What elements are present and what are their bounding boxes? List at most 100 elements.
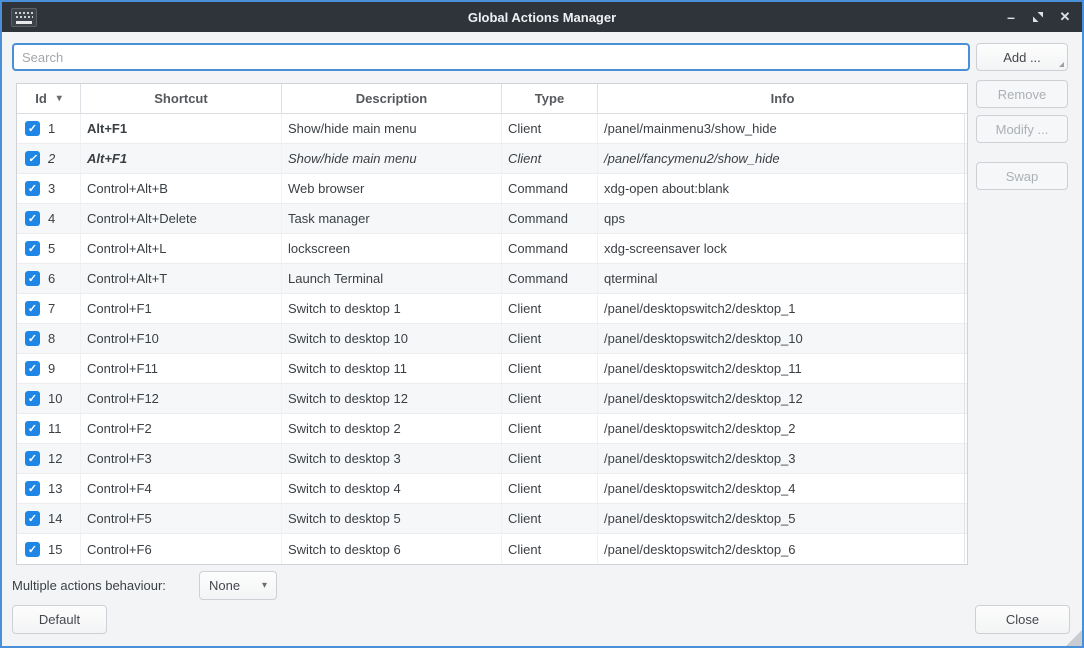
behaviour-select[interactable]: None ▾ <box>199 571 277 600</box>
table-row[interactable]: ✓ 7 Control+F1 Switch to desktop 1 Clien… <box>17 294 967 324</box>
column-header-id[interactable]: Id ▾ <box>17 84 81 113</box>
keyboard-icon <box>11 8 37 27</box>
cell-shortcut: Control+F12 <box>81 384 282 413</box>
cell-info: /panel/desktopswitch2/desktop_6 <box>598 534 967 564</box>
cell-id: 2 <box>48 151 55 166</box>
row-enabled-checkbox[interactable]: ✓ <box>25 181 40 196</box>
row-enabled-checkbox[interactable]: ✓ <box>25 121 40 136</box>
cell-id: 7 <box>48 301 55 316</box>
cell-id: 9 <box>48 361 55 376</box>
default-button[interactable]: Default <box>12 605 107 634</box>
table-row[interactable]: ✓ 12 Control+F3 Switch to desktop 3 Clie… <box>17 444 967 474</box>
table-row[interactable]: ✓ 4 Control+Alt+Delete Task manager Comm… <box>17 204 967 234</box>
row-enabled-checkbox[interactable]: ✓ <box>25 421 40 436</box>
check-icon: ✓ <box>28 482 37 495</box>
restore-button[interactable] <box>1031 10 1045 24</box>
modify-button[interactable]: Modify ... <box>976 115 1068 143</box>
table-row[interactable]: ✓ 10 Control+F12 Switch to desktop 12 Cl… <box>17 384 967 414</box>
row-enabled-checkbox[interactable]: ✓ <box>25 211 40 226</box>
table-row[interactable]: ✓ 2 Alt+F1 Show/hide main menu Client /p… <box>17 144 967 174</box>
row-enabled-checkbox[interactable]: ✓ <box>25 451 40 466</box>
table-row[interactable]: ✓ 11 Control+F2 Switch to desktop 2 Clie… <box>17 414 967 444</box>
table-row[interactable]: ✓ 3 Control+Alt+B Web browser Command xd… <box>17 174 967 204</box>
cell-info: /panel/desktopswitch2/desktop_11 <box>598 354 967 383</box>
row-enabled-checkbox[interactable]: ✓ <box>25 151 40 166</box>
check-icon: ✓ <box>28 122 37 135</box>
table-header: Id ▾ Shortcut Description Type Info <box>17 84 967 114</box>
close-window-button[interactable]: ✕ <box>1058 10 1072 24</box>
cell-id: 3 <box>48 181 55 196</box>
add-button[interactable]: Add ... <box>976 43 1068 71</box>
check-icon: ✓ <box>28 332 37 345</box>
resize-grip[interactable] <box>1066 630 1082 646</box>
row-enabled-checkbox[interactable]: ✓ <box>25 391 40 406</box>
window-controls: – ✕ <box>1004 2 1072 32</box>
cell-shortcut: Alt+F1 <box>81 114 282 143</box>
window-title: Global Actions Manager <box>2 10 1082 25</box>
remove-button[interactable]: Remove <box>976 80 1068 108</box>
column-header-description[interactable]: Description <box>282 84 502 113</box>
row-enabled-checkbox[interactable]: ✓ <box>25 331 40 346</box>
cell-type: Client <box>502 504 598 533</box>
cell-info: xdg-open about:blank <box>598 174 967 203</box>
cell-type: Client <box>502 474 598 503</box>
cell-description: Switch to desktop 12 <box>282 384 502 413</box>
cell-description: Switch to desktop 1 <box>282 294 502 323</box>
table-row[interactable]: ✓ 1 Alt+F1 Show/hide main menu Client /p… <box>17 114 967 144</box>
cell-info: /panel/desktopswitch2/desktop_12 <box>598 384 967 413</box>
row-enabled-checkbox[interactable]: ✓ <box>25 511 40 526</box>
search-input[interactable] <box>12 43 970 71</box>
check-icon: ✓ <box>28 302 37 315</box>
row-enabled-checkbox[interactable]: ✓ <box>25 241 40 256</box>
cell-info: /panel/desktopswitch2/desktop_10 <box>598 324 967 353</box>
cell-type: Client <box>502 414 598 443</box>
cell-type: Client <box>502 114 598 143</box>
cell-id: 14 <box>48 511 62 526</box>
cell-type: Client <box>502 294 598 323</box>
cell-shortcut: Control+Alt+Delete <box>81 204 282 233</box>
cell-type: Command <box>502 204 598 233</box>
check-icon: ✓ <box>28 272 37 285</box>
cell-id: 10 <box>48 391 62 406</box>
cell-shortcut: Control+Alt+T <box>81 264 282 293</box>
shortcuts-table: Id ▾ Shortcut Description Type Info ✓ 1 … <box>16 83 968 565</box>
global-actions-manager-window: Global Actions Manager – ✕ Add ... Remov… <box>0 0 1084 648</box>
check-icon: ✓ <box>28 182 37 195</box>
titlebar[interactable]: Global Actions Manager – ✕ <box>2 2 1082 32</box>
restore-icon <box>1032 11 1044 23</box>
cell-shortcut: Control+F1 <box>81 294 282 323</box>
cell-type: Command <box>502 234 598 263</box>
column-header-type[interactable]: Type <box>502 84 598 113</box>
cell-id: 15 <box>48 542 62 557</box>
cell-id: 5 <box>48 241 55 256</box>
row-enabled-checkbox[interactable]: ✓ <box>25 271 40 286</box>
behaviour-selected-value: None <box>209 578 240 593</box>
table-row[interactable]: ✓ 15 Control+F6 Switch to desktop 6 Clie… <box>17 534 967 564</box>
minimize-button[interactable]: – <box>1004 10 1018 24</box>
table-row[interactable]: ✓ 13 Control+F4 Switch to desktop 4 Clie… <box>17 474 967 504</box>
cell-info: /panel/desktopswitch2/desktop_1 <box>598 294 967 323</box>
cell-shortcut: Control+Alt+B <box>81 174 282 203</box>
row-enabled-checkbox[interactable]: ✓ <box>25 361 40 376</box>
cell-id: 11 <box>48 421 62 436</box>
table-row[interactable]: ✓ 9 Control+F11 Switch to desktop 11 Cli… <box>17 354 967 384</box>
swap-button[interactable]: Swap <box>976 162 1068 190</box>
cell-id: 13 <box>48 481 62 496</box>
close-button[interactable]: Close <box>975 605 1070 634</box>
check-icon: ✓ <box>28 452 37 465</box>
cell-id: 1 <box>48 121 55 136</box>
cell-type: Command <box>502 174 598 203</box>
column-header-info[interactable]: Info <box>598 84 967 113</box>
check-icon: ✓ <box>28 392 37 405</box>
table-row[interactable]: ✓ 8 Control+F10 Switch to desktop 10 Cli… <box>17 324 967 354</box>
table-row[interactable]: ✓ 14 Control+F5 Switch to desktop 5 Clie… <box>17 504 967 534</box>
table-row[interactable]: ✓ 5 Control+Alt+L lockscreen Command xdg… <box>17 234 967 264</box>
table-row[interactable]: ✓ 6 Control+Alt+T Launch Terminal Comman… <box>17 264 967 294</box>
row-enabled-checkbox[interactable]: ✓ <box>25 481 40 496</box>
row-enabled-checkbox[interactable]: ✓ <box>25 542 40 557</box>
cell-info: qterminal <box>598 264 967 293</box>
row-enabled-checkbox[interactable]: ✓ <box>25 301 40 316</box>
check-icon: ✓ <box>28 512 37 525</box>
column-header-shortcut[interactable]: Shortcut <box>81 84 282 113</box>
cell-description: Switch to desktop 4 <box>282 474 502 503</box>
